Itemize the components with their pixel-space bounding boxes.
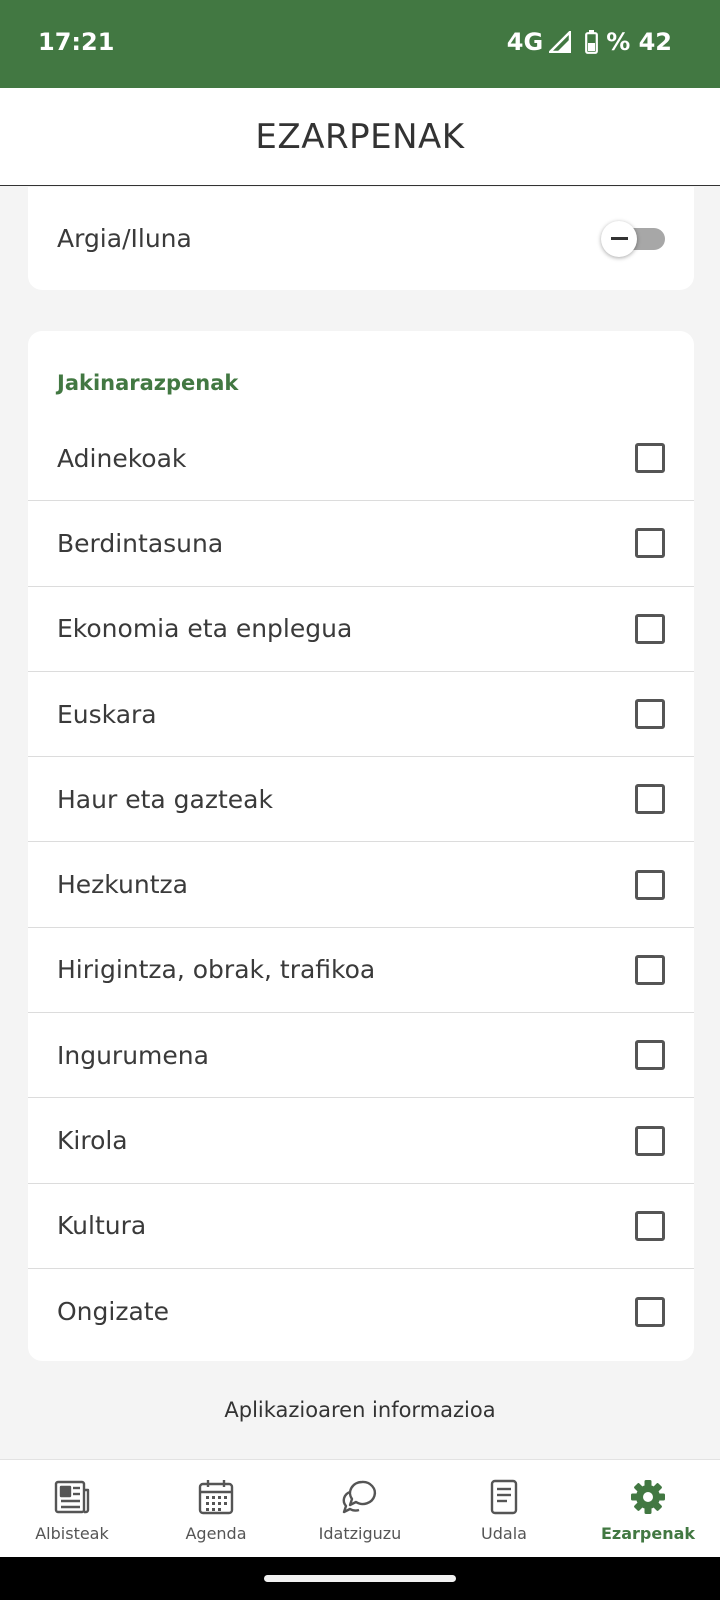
list-item-label: Hirigintza, obrak, trafikoa (57, 955, 376, 985)
nav-label-agenda: Agenda (185, 1524, 247, 1543)
checkbox-euskara[interactable] (635, 699, 665, 730)
list-item-label: Adinekoak (57, 443, 187, 473)
signal-icon (549, 31, 572, 53)
list-item[interactable]: Ingurumena (28, 1013, 694, 1099)
gesture-area (0, 1557, 720, 1600)
notifications-list: Adinekoak Berdintasuna Ekonomia eta enpl… (28, 416, 694, 1354)
nav-label-ezarpenak: Ezarpenak (600, 1524, 696, 1543)
checkbox-hezkuntza[interactable] (635, 869, 665, 900)
theme-row[interactable]: Argia/Iluna (28, 187, 694, 290)
nav-item-idatziguzu[interactable]: Idatziguzu (288, 1460, 432, 1557)
list-item[interactable]: Hezkuntza (28, 842, 694, 928)
list-item-label: Kirola (57, 1126, 128, 1156)
list-item[interactable]: Haur eta gazteak (28, 757, 694, 843)
gear-icon (631, 1480, 665, 1514)
list-item[interactable]: Ongizate (28, 1269, 694, 1354)
list-item-label: Kultura (57, 1211, 147, 1241)
checkbox-haur-gazteak[interactable] (635, 784, 665, 815)
toggle-thumb-icon (601, 220, 637, 257)
notifications-card: Jakinarazpenak Adinekoak Berdintasuna Ek… (28, 331, 694, 1361)
list-item[interactable]: Hirigintza, obrak, trafikoa (28, 928, 694, 1014)
theme-toggle[interactable] (601, 220, 665, 257)
list-item[interactable]: Kirola (28, 1098, 694, 1184)
document-icon (490, 1479, 518, 1515)
status-bar: 17:21 4G % 42 (0, 0, 720, 88)
nav-item-agenda[interactable]: Agenda (144, 1460, 288, 1557)
checkbox-ongizate[interactable] (635, 1296, 665, 1327)
checkbox-hirigintza[interactable] (635, 954, 665, 985)
theme-label: Argia/Iluna (57, 224, 192, 253)
app-header: EZARPENAK (0, 88, 720, 186)
settings-content[interactable]: Argia/Iluna Jakinarazpenak Adinekoak Ber… (0, 187, 720, 1459)
app-info-link[interactable]: Aplikazioaren informazioa (0, 1398, 720, 1422)
network-type: 4G (506, 28, 544, 56)
checkbox-ingurumena[interactable] (635, 1040, 665, 1071)
nav-item-ezarpenak[interactable]: Ezarpenak (576, 1460, 720, 1557)
checkbox-kirola[interactable] (635, 1125, 665, 1156)
list-item-label: Haur eta gazteak (57, 784, 273, 814)
battery-icon (585, 30, 599, 54)
list-item[interactable]: Euskara (28, 672, 694, 758)
list-item[interactable]: Kultura (28, 1184, 694, 1269)
nav-item-udala[interactable]: Udala (432, 1460, 576, 1557)
theme-card: Argia/Iluna (28, 187, 694, 290)
newspaper-icon (54, 1480, 90, 1514)
page-title: EZARPENAK (255, 116, 465, 157)
calendar-icon (198, 1480, 234, 1515)
nav-item-albisteak[interactable]: Albisteak (0, 1460, 144, 1557)
list-item-label: Ongizate (57, 1297, 169, 1327)
checkbox-adinekoak[interactable] (635, 443, 665, 474)
list-item[interactable]: Berdintasuna (28, 501, 694, 587)
home-gesture-handle[interactable] (264, 1575, 456, 1582)
list-item-label: Hezkuntza (57, 870, 188, 900)
list-item[interactable]: Adinekoak (28, 416, 694, 502)
bottom-nav: Albisteak Agenda Idatziguzu Udala Ezarpe… (0, 1459, 720, 1557)
nav-label-udala: Udala (481, 1524, 527, 1543)
checkbox-kultura[interactable] (635, 1210, 665, 1241)
checkbox-berdintasuna[interactable] (635, 528, 665, 559)
list-item-label: Euskara (57, 699, 157, 729)
list-item-label: Berdintasuna (57, 528, 224, 558)
battery-level: % 42 (606, 28, 672, 56)
status-time: 17:21 (38, 28, 115, 56)
status-indicators: 4G % 42 (507, 28, 672, 56)
list-item-label: Ekonomia eta enplegua (57, 614, 353, 644)
checkbox-ekonomia[interactable] (635, 613, 665, 644)
list-item[interactable]: Ekonomia eta enplegua (28, 587, 694, 672)
list-item-label: Ingurumena (57, 1040, 209, 1070)
chat-icon (342, 1480, 377, 1514)
notifications-title: Jakinarazpenak (57, 371, 239, 395)
nav-label-idatziguzu: Idatziguzu (318, 1524, 402, 1543)
nav-label-albisteak: Albisteak (35, 1524, 109, 1543)
